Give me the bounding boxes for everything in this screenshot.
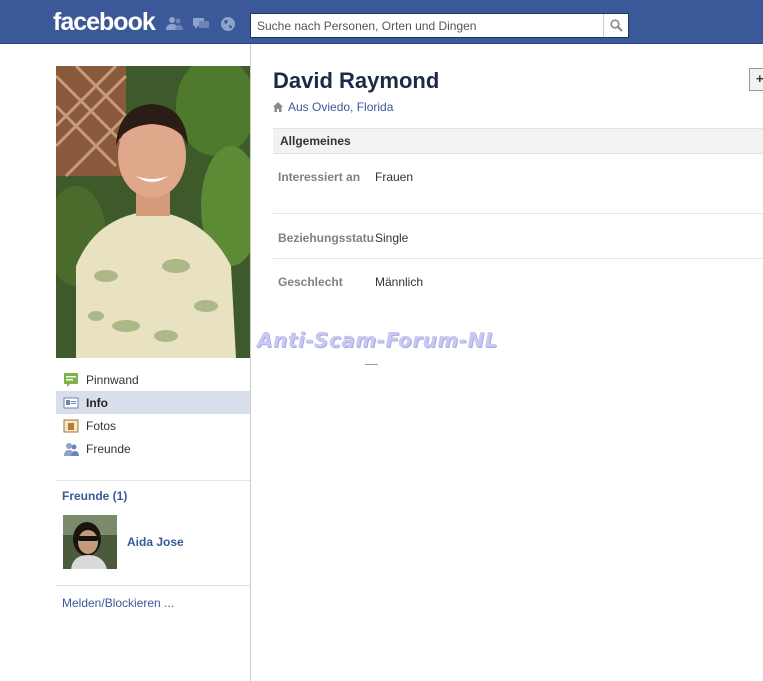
messages-icon[interactable] bbox=[192, 16, 210, 32]
nav-item-label: Freunde bbox=[86, 441, 131, 456]
profile-name: David Raymond bbox=[273, 68, 440, 93]
divider bbox=[56, 585, 250, 586]
add-friend-button[interactable]: + bbox=[749, 68, 763, 91]
friends-box-title[interactable]: Freunde (1) bbox=[62, 489, 127, 503]
friend-name[interactable]: Aida Jose bbox=[127, 535, 184, 549]
report-block-link[interactable]: Melden/Blockieren ... bbox=[62, 596, 174, 610]
divider bbox=[365, 364, 378, 365]
profile-location: Aus Oviedo , Florida bbox=[273, 100, 393, 114]
home-icon bbox=[273, 102, 283, 112]
divider bbox=[56, 480, 250, 481]
search-input[interactable] bbox=[251, 14, 605, 37]
location-separator: , bbox=[350, 100, 357, 114]
nav-item-label: Pinnwand bbox=[86, 372, 139, 387]
friends-requests-icon[interactable] bbox=[165, 16, 183, 32]
section-title: Allgemeines bbox=[273, 128, 763, 154]
nav-item-fotos[interactable]: Fotos bbox=[56, 414, 250, 437]
nav-item-freunde[interactable]: Freunde bbox=[56, 437, 250, 460]
search-box bbox=[250, 13, 629, 38]
row-divider bbox=[273, 258, 763, 259]
column-divider bbox=[250, 44, 251, 681]
friend-avatar[interactable] bbox=[63, 515, 117, 569]
nav-item-info[interactable]: Info bbox=[56, 391, 250, 414]
info-value: Frauen bbox=[375, 170, 414, 184]
info-value: Single bbox=[375, 231, 409, 245]
info-icon bbox=[63, 395, 79, 411]
search-button[interactable] bbox=[603, 14, 628, 37]
city-link[interactable]: Oviedo bbox=[312, 100, 350, 114]
top-bar: facebook bbox=[0, 0, 763, 44]
photos-icon bbox=[63, 418, 79, 434]
watermark: Anti-Scam-Forum-NL bbox=[257, 328, 498, 352]
info-label: Beziehungsstatus bbox=[278, 231, 375, 245]
location-prefix: Aus bbox=[288, 100, 313, 114]
nav-item-label: Fotos bbox=[86, 418, 117, 433]
friends-icon bbox=[63, 441, 79, 457]
nav-item-label: Info bbox=[86, 395, 108, 410]
info-label: Geschlecht bbox=[278, 275, 343, 289]
row-divider bbox=[273, 213, 763, 214]
profile-picture[interactable] bbox=[56, 66, 250, 358]
state-link[interactable]: Florida bbox=[357, 100, 394, 114]
facebook-logo[interactable]: facebook bbox=[53, 8, 156, 37]
nav-item-pinnwand[interactable]: Pinnwand bbox=[56, 368, 250, 391]
search-icon bbox=[609, 19, 623, 32]
info-label: Interessiert an bbox=[278, 170, 361, 184]
profile-nav: Pinnwand Info Fotos Freunde bbox=[56, 368, 250, 460]
info-value: Männlich bbox=[375, 275, 424, 289]
notifications-globe-icon[interactable] bbox=[219, 16, 237, 32]
wall-icon bbox=[63, 372, 79, 388]
